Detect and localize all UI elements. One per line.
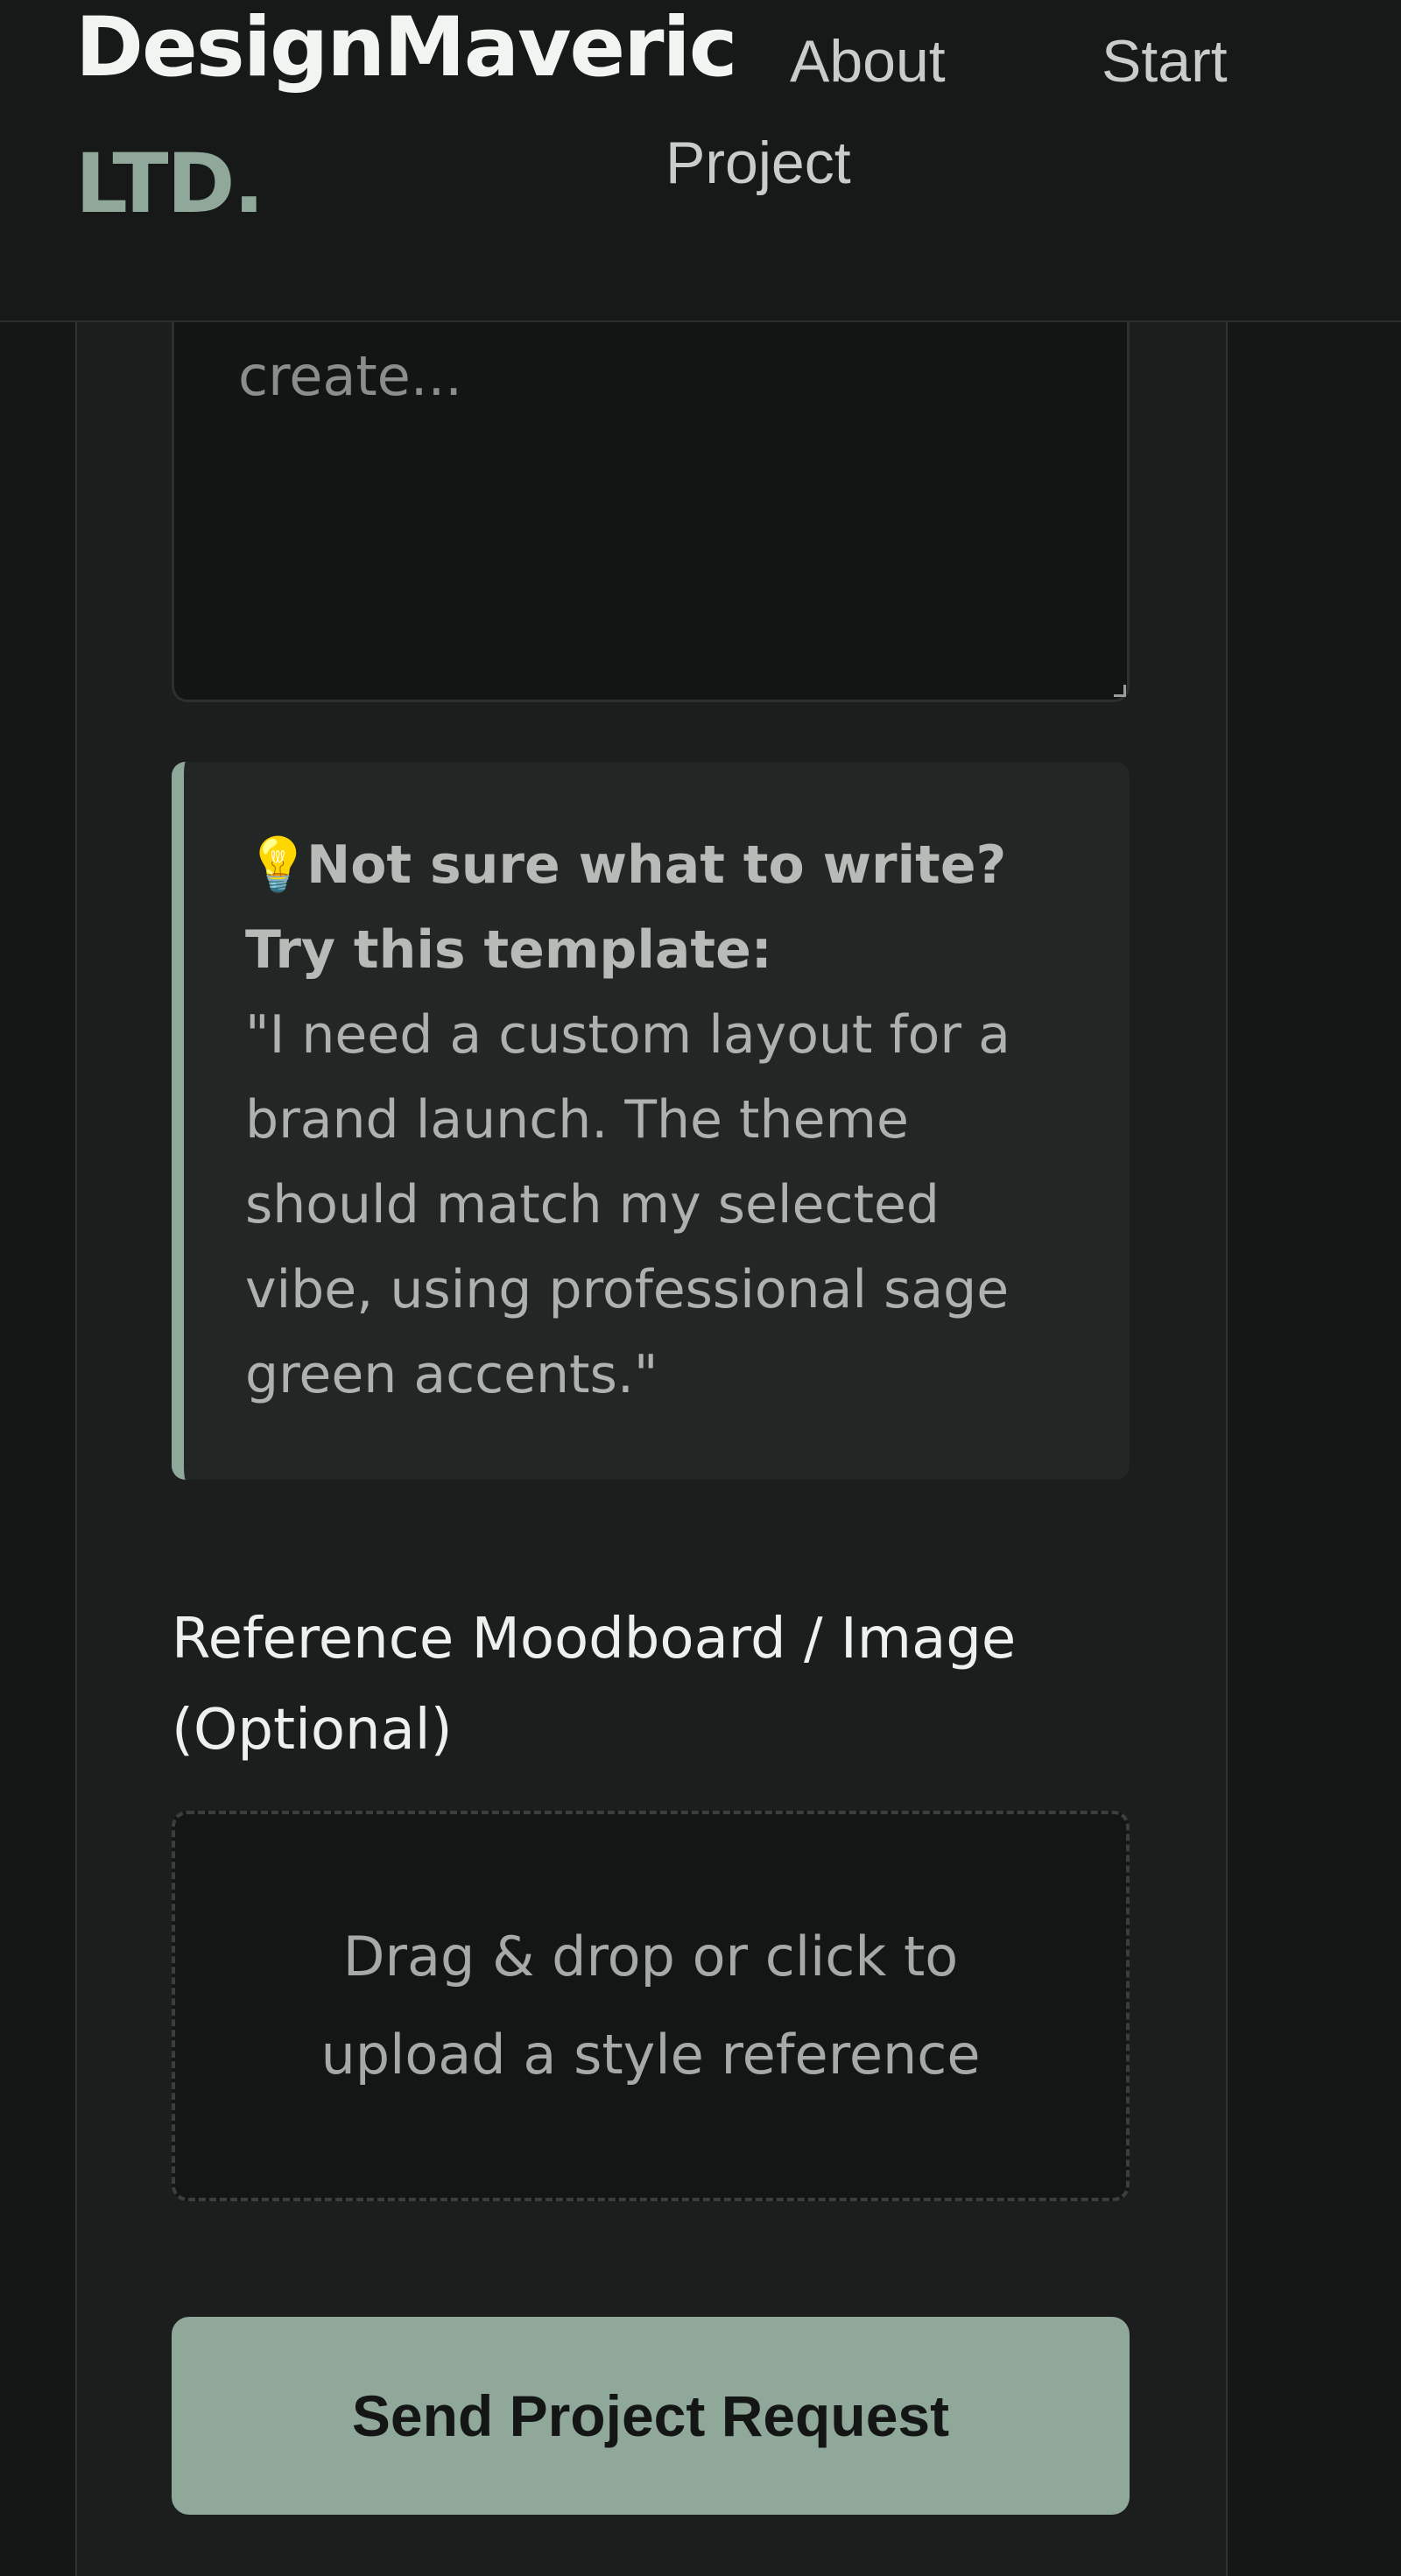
tip-template-text: "I need a custom layout for a brand laun… (245, 1004, 1010, 1405)
send-project-request-button[interactable]: Send Project Request (172, 2317, 1130, 2515)
dropzone-text: Drag & drop or click to upload a style r… (320, 1925, 981, 2087)
page: DesignMaveric LTD. About Start Project c… (0, 0, 1401, 2576)
tip-heading: Not sure what to write? Try this templat… (245, 834, 1007, 981)
writing-tip-content: 💡Not sure what to write? Try this templa… (245, 823, 1077, 1418)
brand-logo[interactable]: DesignMaveric (75, 0, 737, 96)
reference-upload-dropzone[interactable]: Drag & drop or click to upload a style r… (172, 1811, 1130, 2201)
nav-link-start-project-line2[interactable]: Project (665, 128, 851, 198)
site-header: DesignMaveric LTD. About Start Project (0, 0, 1401, 322)
upload-label: Reference Moodboard / Image (Optional) (172, 1607, 1017, 1763)
brand-logo-suffix[interactable]: LTD. (75, 137, 264, 233)
nav-link-about[interactable]: About (790, 26, 946, 96)
nav-link-start-project[interactable]: Start (1102, 26, 1228, 96)
resize-handle[interactable] (1114, 685, 1126, 697)
textarea-placeholder: create... (238, 344, 462, 408)
lightbulb-icon: 💡 (245, 834, 311, 896)
